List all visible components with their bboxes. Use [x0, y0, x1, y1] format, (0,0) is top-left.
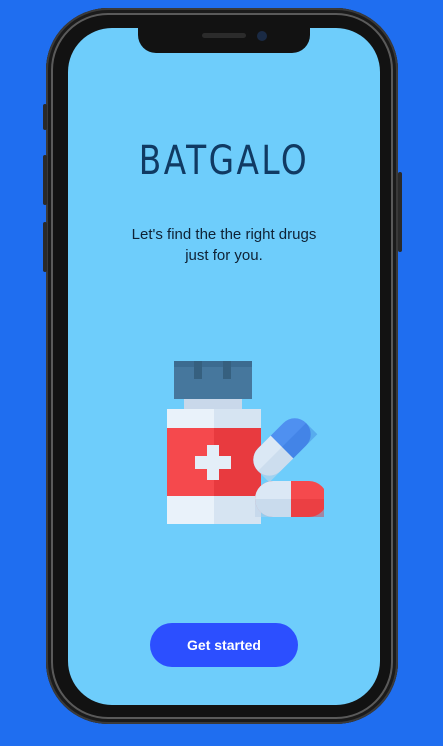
speaker-grille — [202, 33, 246, 38]
medicine-bottle-with-pills-icon — [167, 361, 324, 524]
app-title: BATGALO — [138, 138, 310, 184]
phone-power-button — [398, 172, 402, 252]
tagline-text: Let's find the the right drugs just for … — [131, 226, 317, 264]
phone-notch — [138, 28, 310, 53]
phone-volume-up-button — [43, 155, 47, 205]
phone-volume-down-button — [43, 222, 47, 272]
front-camera-icon — [257, 31, 267, 41]
get-started-button[interactable]: Get started — [150, 623, 298, 667]
red-capsule — [255, 481, 324, 517]
app-screen: BATGALO Let's find the the right drugs j… — [68, 28, 380, 705]
bottle-neck — [184, 399, 242, 409]
phone-mute-switch — [43, 104, 47, 130]
bottle-cap — [174, 361, 252, 399]
